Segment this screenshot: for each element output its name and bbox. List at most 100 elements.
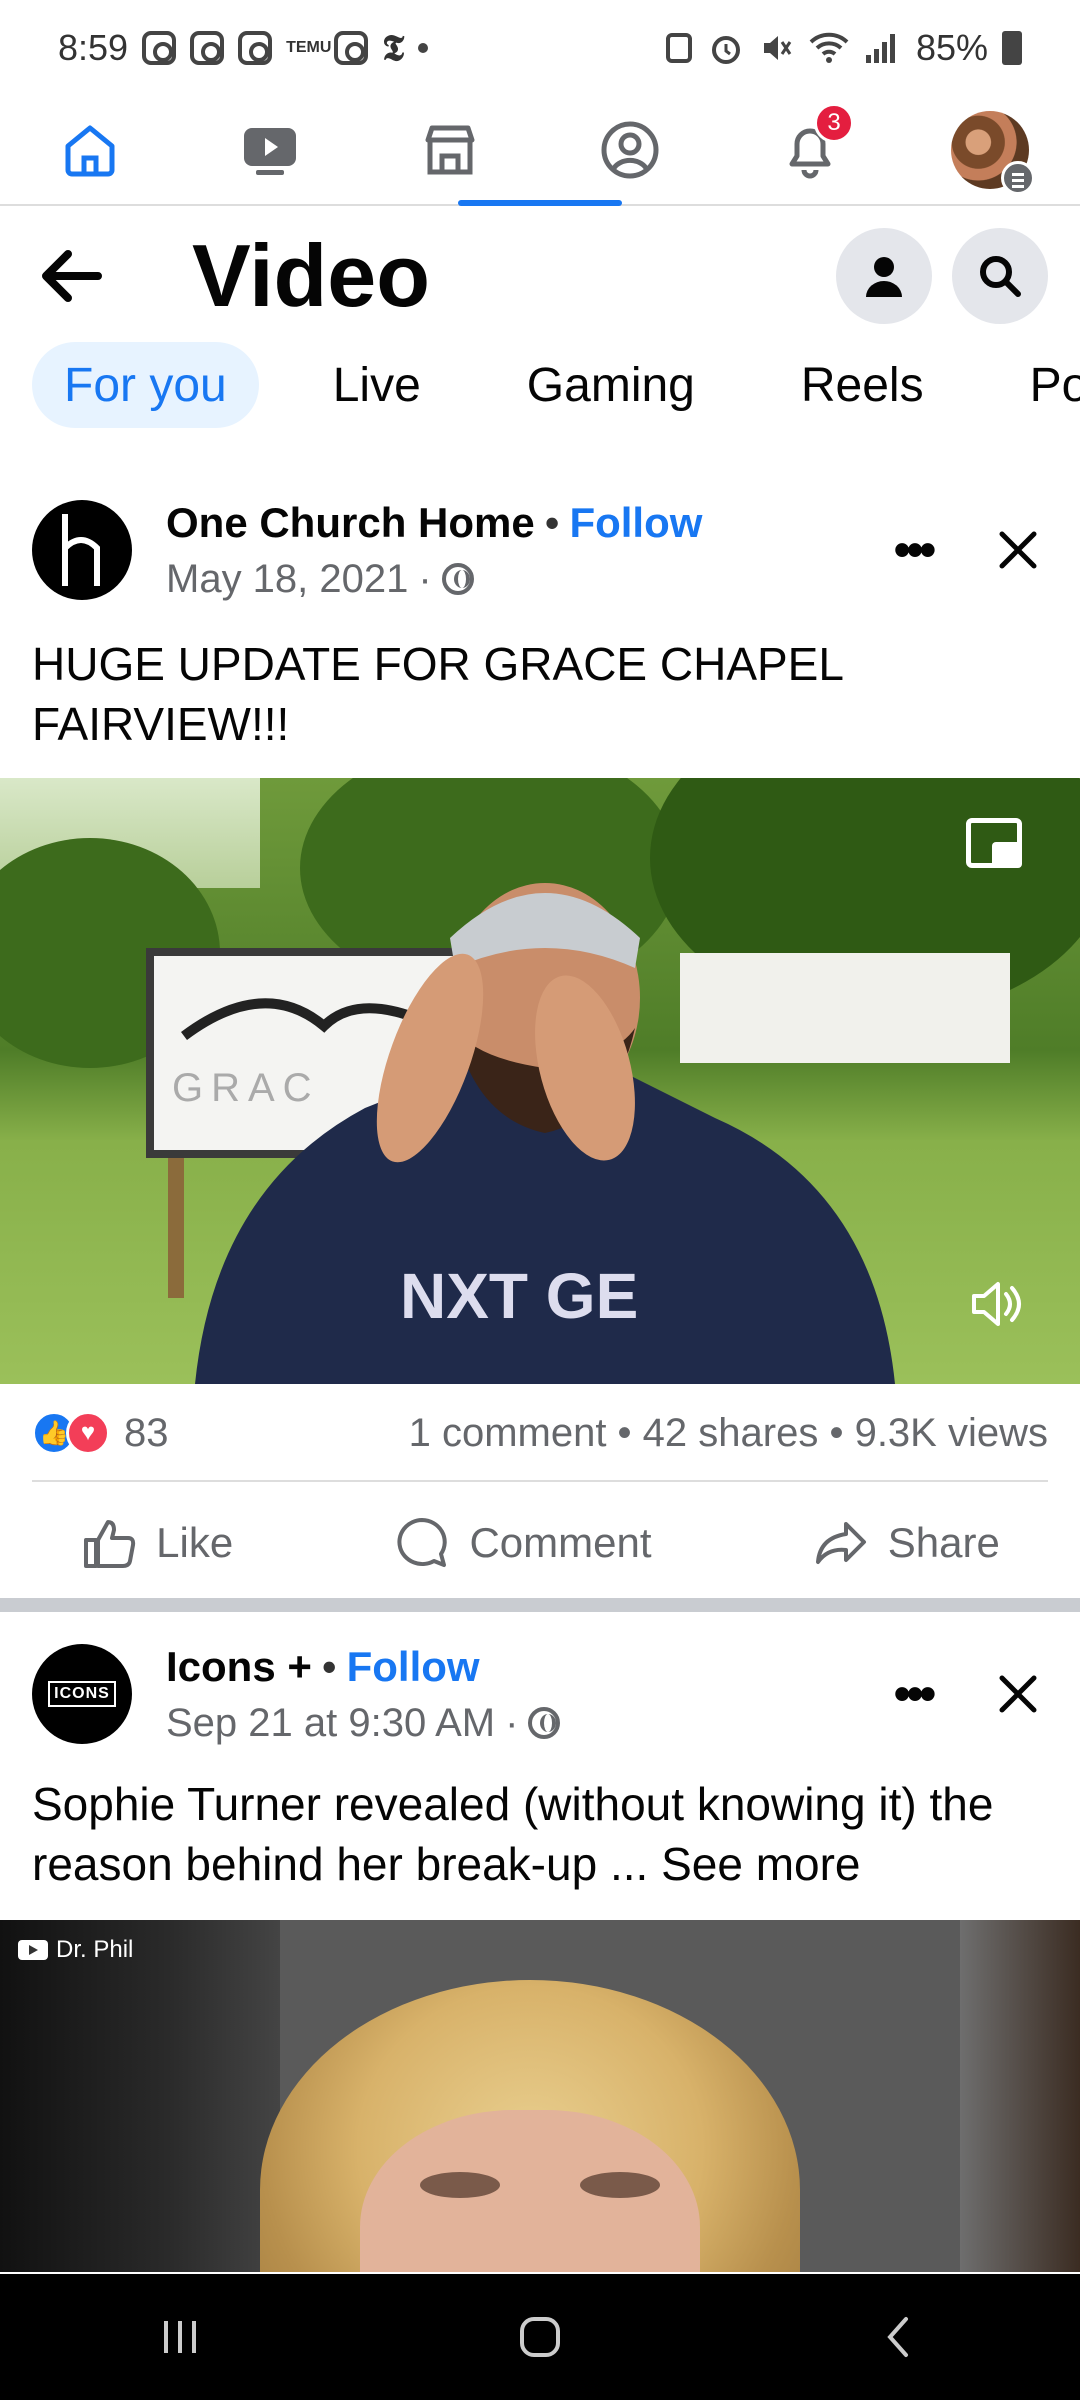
svg-text:NXT GE: NXT GE [400, 1260, 638, 1332]
instagram-icon [334, 31, 369, 65]
battery-percent: 85% [915, 27, 988, 68]
icons-logo-text: ICONS [48, 1681, 116, 1707]
video-player[interactable]: GRAC NXT GE [0, 778, 1080, 1384]
instagram-icon [142, 31, 177, 65]
nav-profile[interactable] [570, 95, 690, 205]
tab-live[interactable]: Live [301, 342, 453, 428]
notification-badge: 3 [814, 103, 854, 143]
reaction-count-group[interactable]: 👍 ♥ 83 [32, 1411, 169, 1456]
share-icon [815, 1522, 866, 1564]
thumbs-up-icon [84, 1520, 136, 1568]
mute-icon [763, 36, 792, 60]
signal-icon [865, 34, 895, 63]
menu-icon [1001, 161, 1035, 195]
nyt-icon: 𝕿 [382, 26, 405, 68]
post-header: One Church Home • Follow May 18, 2021 · … [32, 490, 1048, 610]
more-notifications-dot [418, 43, 429, 53]
picture-in-picture-icon[interactable] [966, 818, 1022, 868]
status-time: 8:59 [58, 27, 129, 68]
close-icon[interactable] [988, 520, 1048, 580]
profile-icon [601, 121, 659, 179]
post-action-row: Like Comment Share [0, 1488, 1080, 1598]
video-frame [168, 1158, 184, 1298]
page-title: Video [192, 226, 431, 325]
instagram-icon [238, 31, 273, 65]
tab-gaming[interactable]: Gaming [495, 342, 727, 428]
video-person [420, 2172, 500, 2198]
video-person [580, 2172, 660, 2198]
post-meta: Icons + • Follow Sep 21 at 9:30 AM · [166, 1643, 878, 1746]
post-text[interactable]: Sophie Turner revealed (without knowing … [32, 1774, 1048, 1894]
nav-video[interactable] [210, 95, 330, 205]
comment-label: Comment [469, 1519, 652, 1566]
profile-button[interactable] [836, 228, 932, 324]
top-nav: 3 [0, 96, 1080, 206]
more-options-icon[interactable]: ••• [878, 523, 948, 578]
share-button[interactable]: Share [812, 1514, 1000, 1572]
separator-dot: • [321, 1642, 337, 1690]
close-icon[interactable] [988, 1664, 1048, 1724]
search-icon [980, 256, 1021, 297]
follow-button[interactable]: Follow [569, 499, 702, 547]
author-avatar[interactable]: ICONS [32, 1644, 132, 1744]
reaction-summary: 👍 ♥ 83 1 comment • 42 shares • 9.3K view… [32, 1386, 1048, 1482]
youtube-icon [18, 1940, 48, 1960]
video-frame [0, 1920, 280, 2272]
nav-notifications[interactable]: 3 [750, 95, 870, 205]
separator-dot: · [505, 1700, 519, 1745]
video-icon [244, 128, 296, 175]
status-left: 8:59 TEMU 𝕿 [58, 26, 429, 70]
video-frame [960, 1920, 1080, 2272]
post-meta: One Church Home • Follow May 18, 2021 · [166, 499, 878, 602]
post-header: ICONS Icons + • Follow Sep 21 at 9:30 AM… [32, 1634, 1048, 1754]
post-text: HUGE UPDATE FOR GRACE CHAPEL FAIRVIEW!!! [32, 638, 843, 750]
instagram-icon [190, 31, 225, 65]
search-button[interactable] [952, 228, 1048, 324]
love-reaction-icon: ♥ [66, 1411, 110, 1455]
system-nav-bar [0, 2274, 1080, 2400]
video-player[interactable]: Dr. Phil [0, 1920, 1080, 2272]
tab-for-you[interactable]: For you [32, 342, 259, 428]
person-icon [866, 257, 902, 297]
page-header: Video [0, 214, 1080, 338]
reaction-count: 83 [124, 1410, 169, 1455]
battery-icon [1002, 31, 1022, 65]
share-label: Share [887, 1519, 1000, 1566]
marketplace-icon [425, 125, 475, 175]
nav-home[interactable] [30, 95, 150, 205]
tab-reels[interactable]: Reels [769, 342, 956, 428]
nfc-icon [665, 33, 692, 63]
video-source-label: Dr. Phil [18, 1936, 133, 1964]
wifi-icon [809, 32, 849, 63]
globe-icon [441, 563, 474, 595]
separator-dot: • [544, 498, 560, 546]
temu-icon: TEMU [286, 39, 332, 56]
status-right: 85% [664, 27, 1022, 69]
author-avatar[interactable] [32, 500, 132, 600]
home-button-icon[interactable] [512, 2309, 568, 2365]
comment-button[interactable]: Comment [393, 1514, 652, 1572]
nav-marketplace[interactable] [390, 95, 510, 205]
follow-button[interactable]: Follow [347, 1643, 480, 1691]
active-tab-indicator [458, 200, 622, 206]
post-date[interactable]: Sep 21 at 9:30 AM [166, 1701, 495, 1746]
post-date[interactable]: May 18, 2021 [166, 557, 408, 602]
back-icon[interactable] [872, 2309, 928, 2365]
video-tabs: For you Live Gaming Reels Popu [32, 342, 1080, 428]
one-church-logo-icon [62, 514, 100, 586]
author-name[interactable]: One Church Home [166, 499, 535, 547]
author-name[interactable]: Icons + [166, 1643, 312, 1691]
recent-apps-icon[interactable] [152, 2309, 208, 2365]
sound-icon[interactable] [966, 1274, 1026, 1334]
status-bar: 8:59 TEMU 𝕿 85% [0, 0, 1080, 96]
like-button[interactable]: Like [80, 1514, 233, 1572]
nav-account-menu[interactable] [930, 95, 1050, 205]
post-stats[interactable]: 1 comment • 42 shares • 9.3K views [409, 1411, 1048, 1456]
comment-icon [397, 1518, 448, 1567]
more-options-icon[interactable]: ••• [878, 1667, 948, 1722]
back-arrow-icon[interactable] [32, 236, 112, 316]
like-label: Like [156, 1519, 234, 1566]
tab-popular[interactable]: Popu [998, 342, 1080, 428]
video-person: NXT GE [195, 883, 895, 1384]
avatar [951, 111, 1035, 195]
